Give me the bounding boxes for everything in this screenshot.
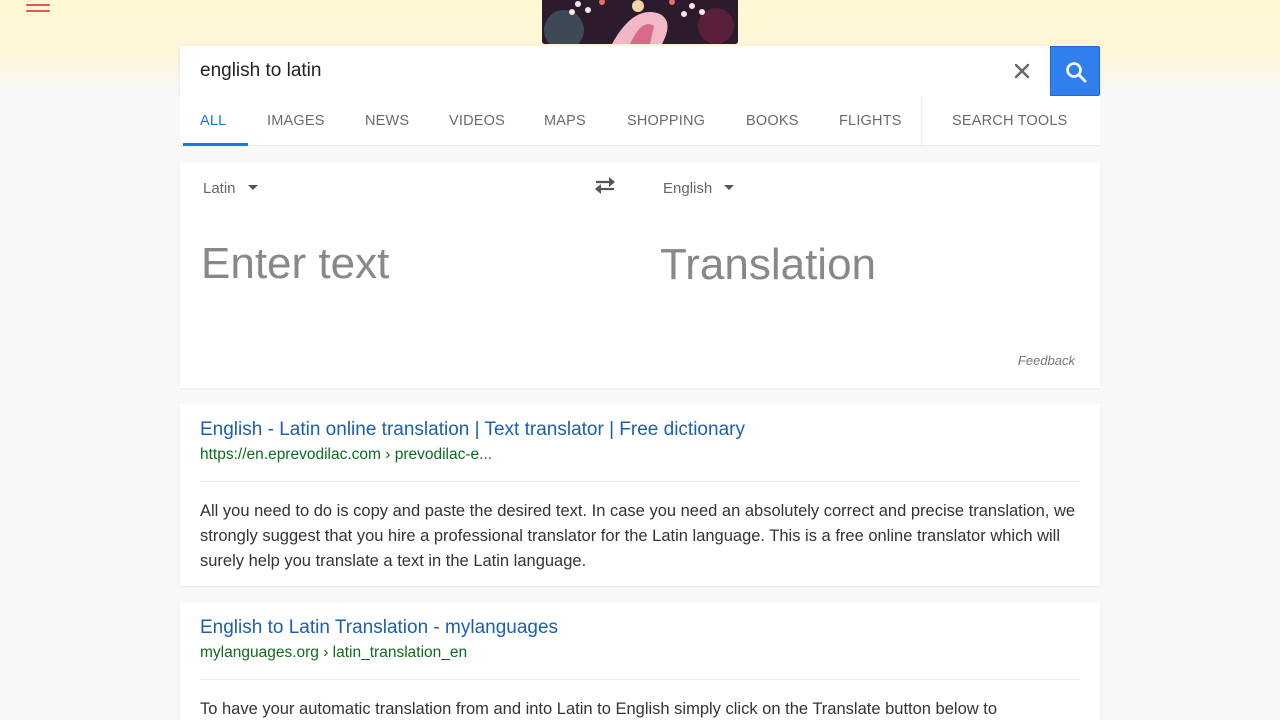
tab-videos[interactable]: VIDEOS — [449, 96, 505, 146]
search-results-page: ALL IMAGES NEWS VIDEOS MAPS SHOPPING BOO… — [0, 0, 1280, 720]
tab-flights[interactable]: FLIGHTS — [839, 96, 902, 146]
source-language-select[interactable]: Latin — [203, 180, 258, 202]
search-button[interactable] — [1050, 46, 1100, 96]
hamburger-menu-icon[interactable] — [26, 0, 50, 14]
search-tabs: ALL IMAGES NEWS VIDEOS MAPS SHOPPING BOO… — [180, 96, 1100, 146]
chevron-down-icon — [724, 185, 735, 190]
search-input[interactable] — [200, 58, 980, 84]
swap-arrows-icon[interactable] — [592, 174, 618, 196]
search-result: English to Latin Translation - mylanguag… — [180, 602, 1100, 720]
tab-images[interactable]: IMAGES — [267, 96, 325, 146]
tab-search-tools[interactable]: SEARCH TOOLS — [952, 96, 1067, 146]
source-text-input[interactable] — [201, 236, 601, 292]
tab-divider — [921, 96, 922, 146]
result-divider — [200, 679, 1080, 680]
search-result: English - Latin online translation | Tex… — [180, 404, 1100, 586]
tab-all[interactable]: ALL — [200, 96, 226, 146]
target-language-select[interactable]: English — [663, 180, 735, 202]
tab-maps[interactable]: MAPS — [544, 96, 586, 146]
result-snippet: To have your automatic translation from … — [200, 700, 998, 718]
search-box — [180, 46, 1100, 96]
search-icon — [1066, 62, 1087, 83]
translate-widget: Latin English Translation Feedback — [180, 162, 1100, 388]
result-snippet: All you need to do is copy and paste the… — [200, 502, 1076, 570]
result-title-link[interactable]: English - Latin online translation | Tex… — [200, 419, 745, 441]
feedback-link[interactable]: Feedback — [1018, 353, 1075, 368]
tab-news[interactable]: NEWS — [365, 96, 409, 146]
result-url[interactable]: https://en.eprevodilac.com › prevodilac-… — [200, 446, 492, 464]
result-title-link[interactable]: English to Latin Translation - mylanguag… — [200, 617, 558, 639]
active-tab-indicator — [183, 143, 248, 146]
tab-books[interactable]: BOOKS — [746, 96, 799, 146]
result-url[interactable]: mylanguages.org › latin_translation_en — [200, 644, 467, 662]
chevron-down-icon — [247, 185, 258, 190]
source-language-label: Latin — [203, 180, 236, 197]
doodle-image[interactable] — [542, 0, 738, 44]
translation-output: Translation — [660, 240, 877, 289]
close-icon[interactable] — [1010, 59, 1034, 83]
target-language-label: English — [663, 180, 713, 197]
tab-shopping[interactable]: SHOPPING — [627, 96, 705, 146]
result-divider — [200, 481, 1080, 482]
